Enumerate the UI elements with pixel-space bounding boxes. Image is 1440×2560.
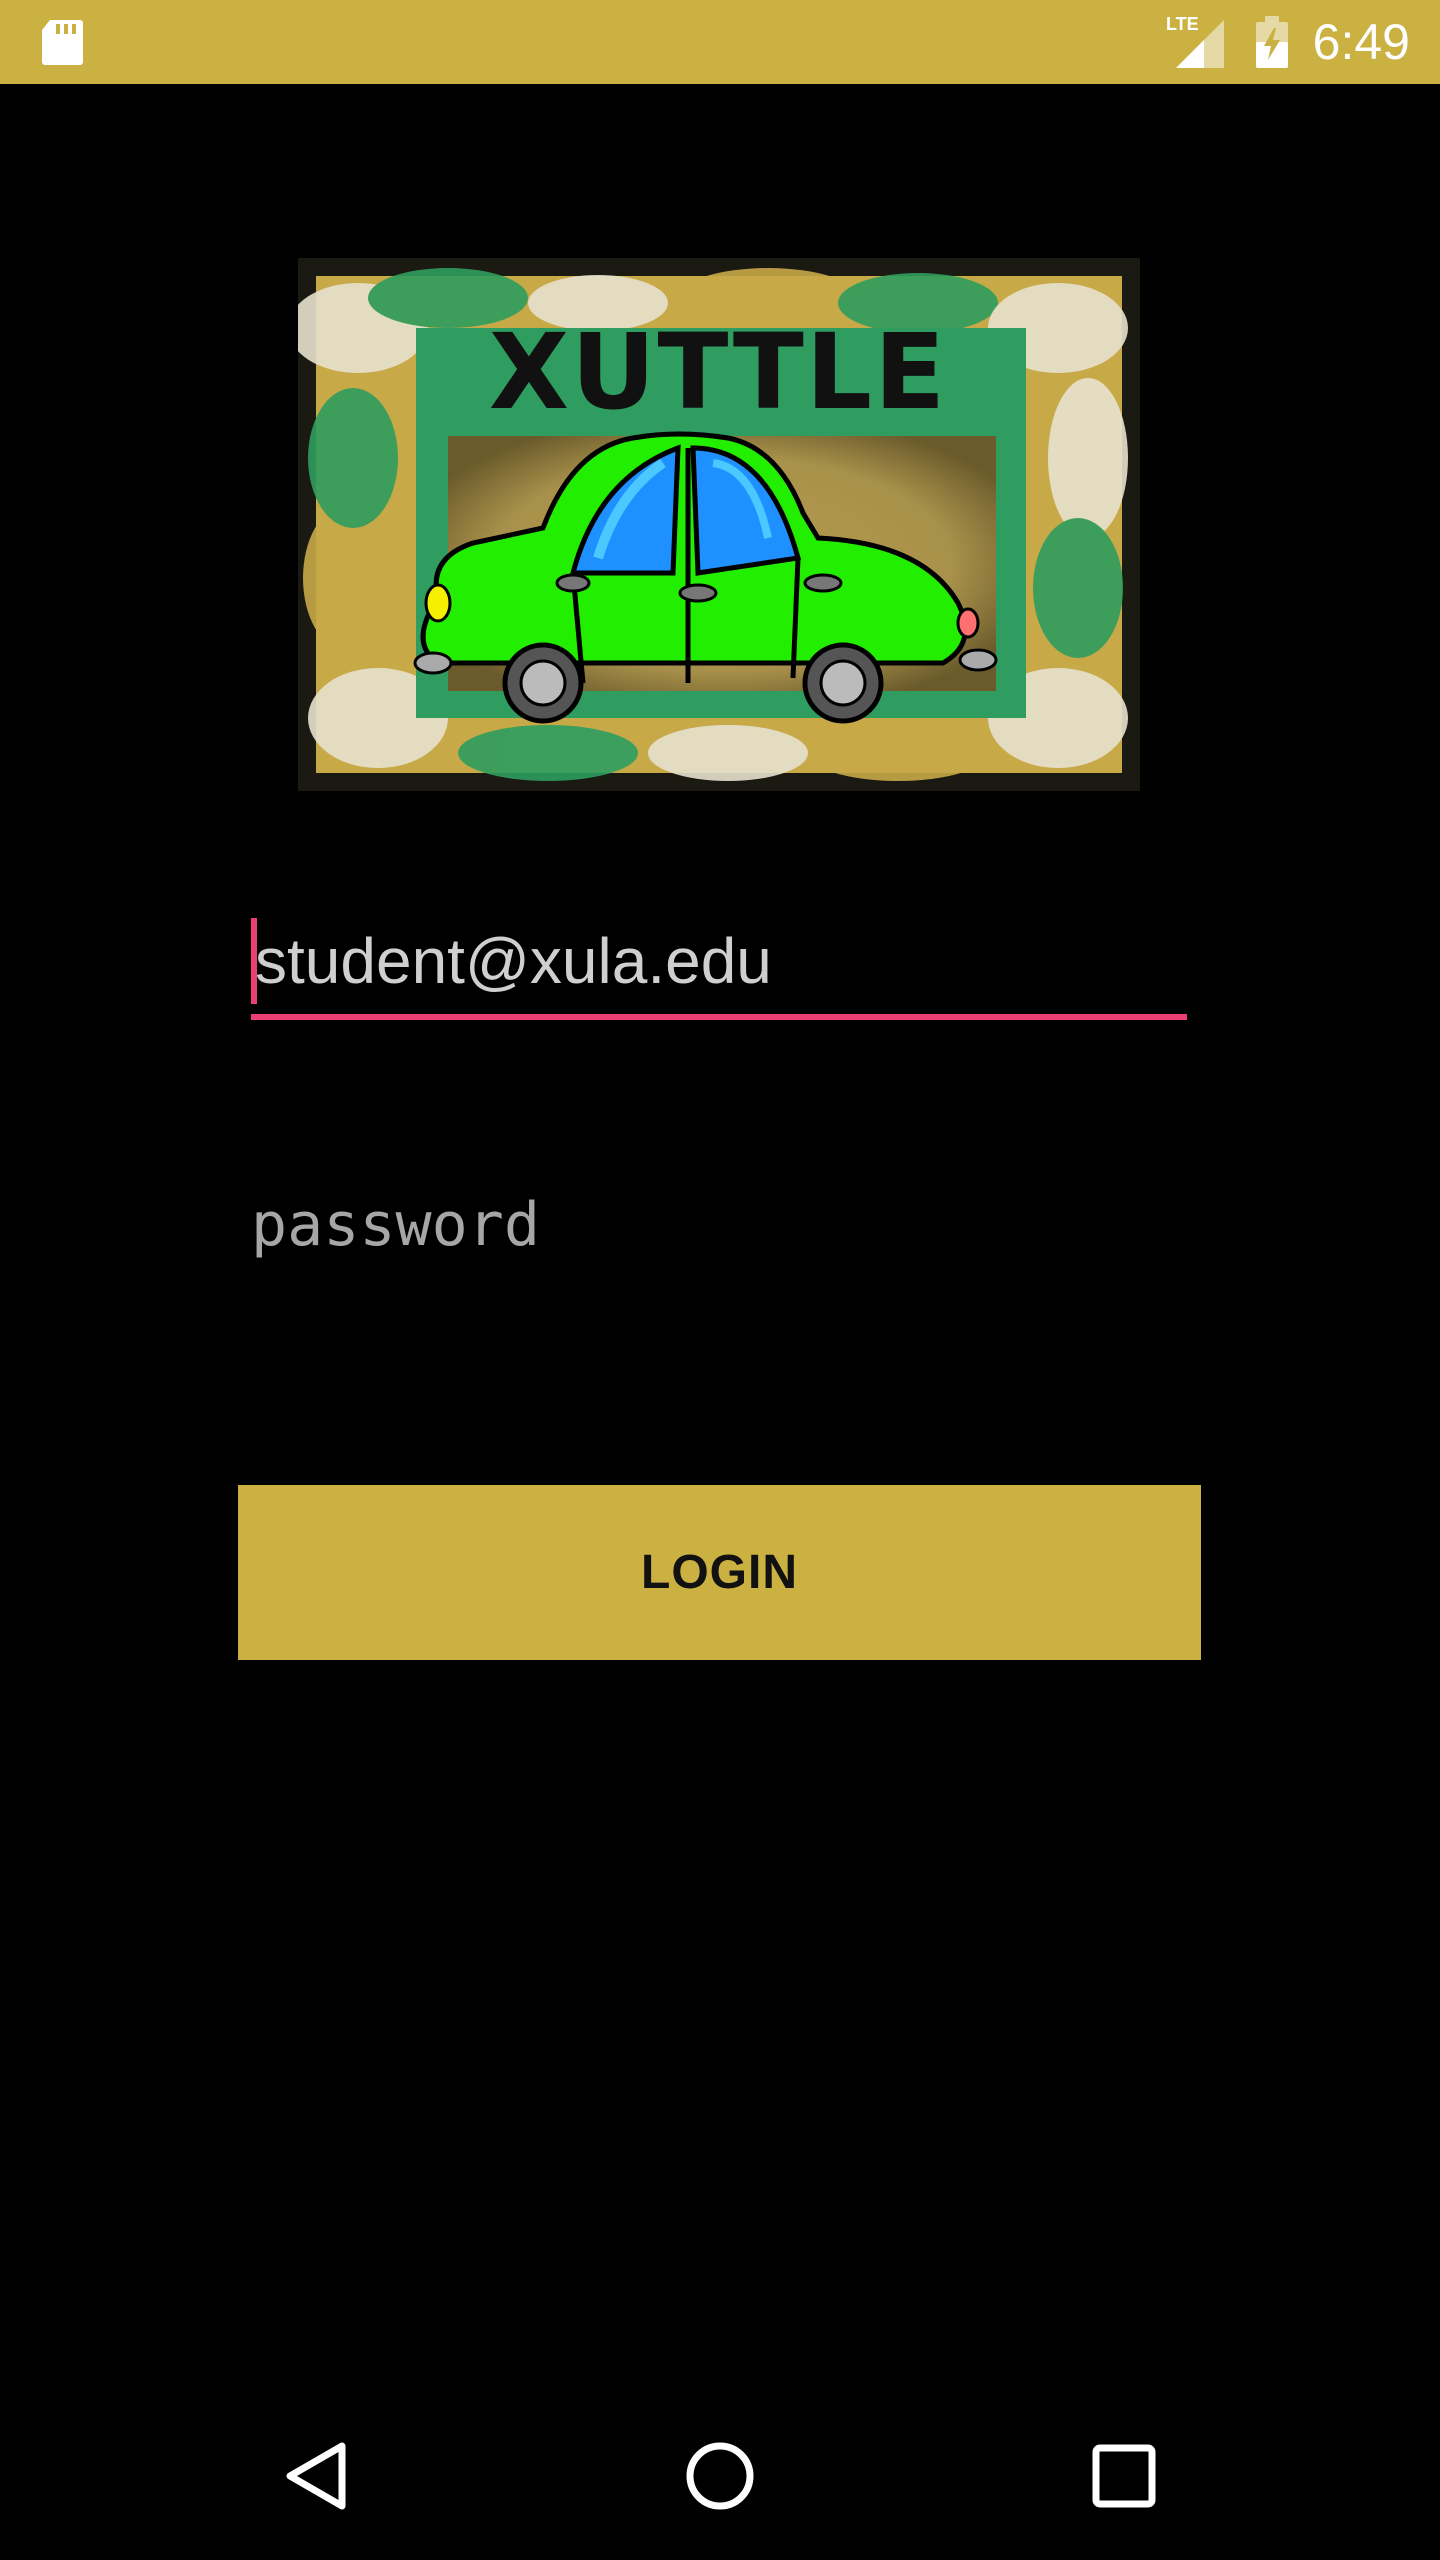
home-button[interactable]: [640, 2392, 800, 2560]
recents-icon: [1092, 2444, 1156, 2508]
password-placeholder: password: [251, 1190, 540, 1260]
password-field[interactable]: password: [251, 1180, 1187, 1280]
email-value: student@xula.edu: [255, 925, 772, 997]
login-button[interactable]: LOGIN: [238, 1485, 1201, 1660]
status-bar: LTE 6:49: [0, 0, 1440, 84]
battery-charging-icon: [1256, 16, 1288, 68]
xuttle-logo: XUTTLE: [298, 258, 1140, 791]
email-underline: [251, 1014, 1187, 1020]
back-icon: [286, 2442, 346, 2510]
email-field[interactable]: student@xula.edu: [251, 908, 1187, 1024]
lte-signal-icon: LTE: [1166, 14, 1224, 68]
navigation-bar: [0, 2392, 1440, 2560]
back-button[interactable]: [236, 2392, 396, 2560]
sd-card-icon: [42, 20, 83, 65]
recents-button[interactable]: [1044, 2392, 1204, 2560]
login-label: LOGIN: [641, 1546, 798, 1599]
lte-label: LTE: [1166, 14, 1199, 34]
logo-title: XUTTLE: [489, 311, 947, 433]
home-icon: [686, 2442, 754, 2510]
status-clock: 6:49: [1312, 14, 1410, 70]
